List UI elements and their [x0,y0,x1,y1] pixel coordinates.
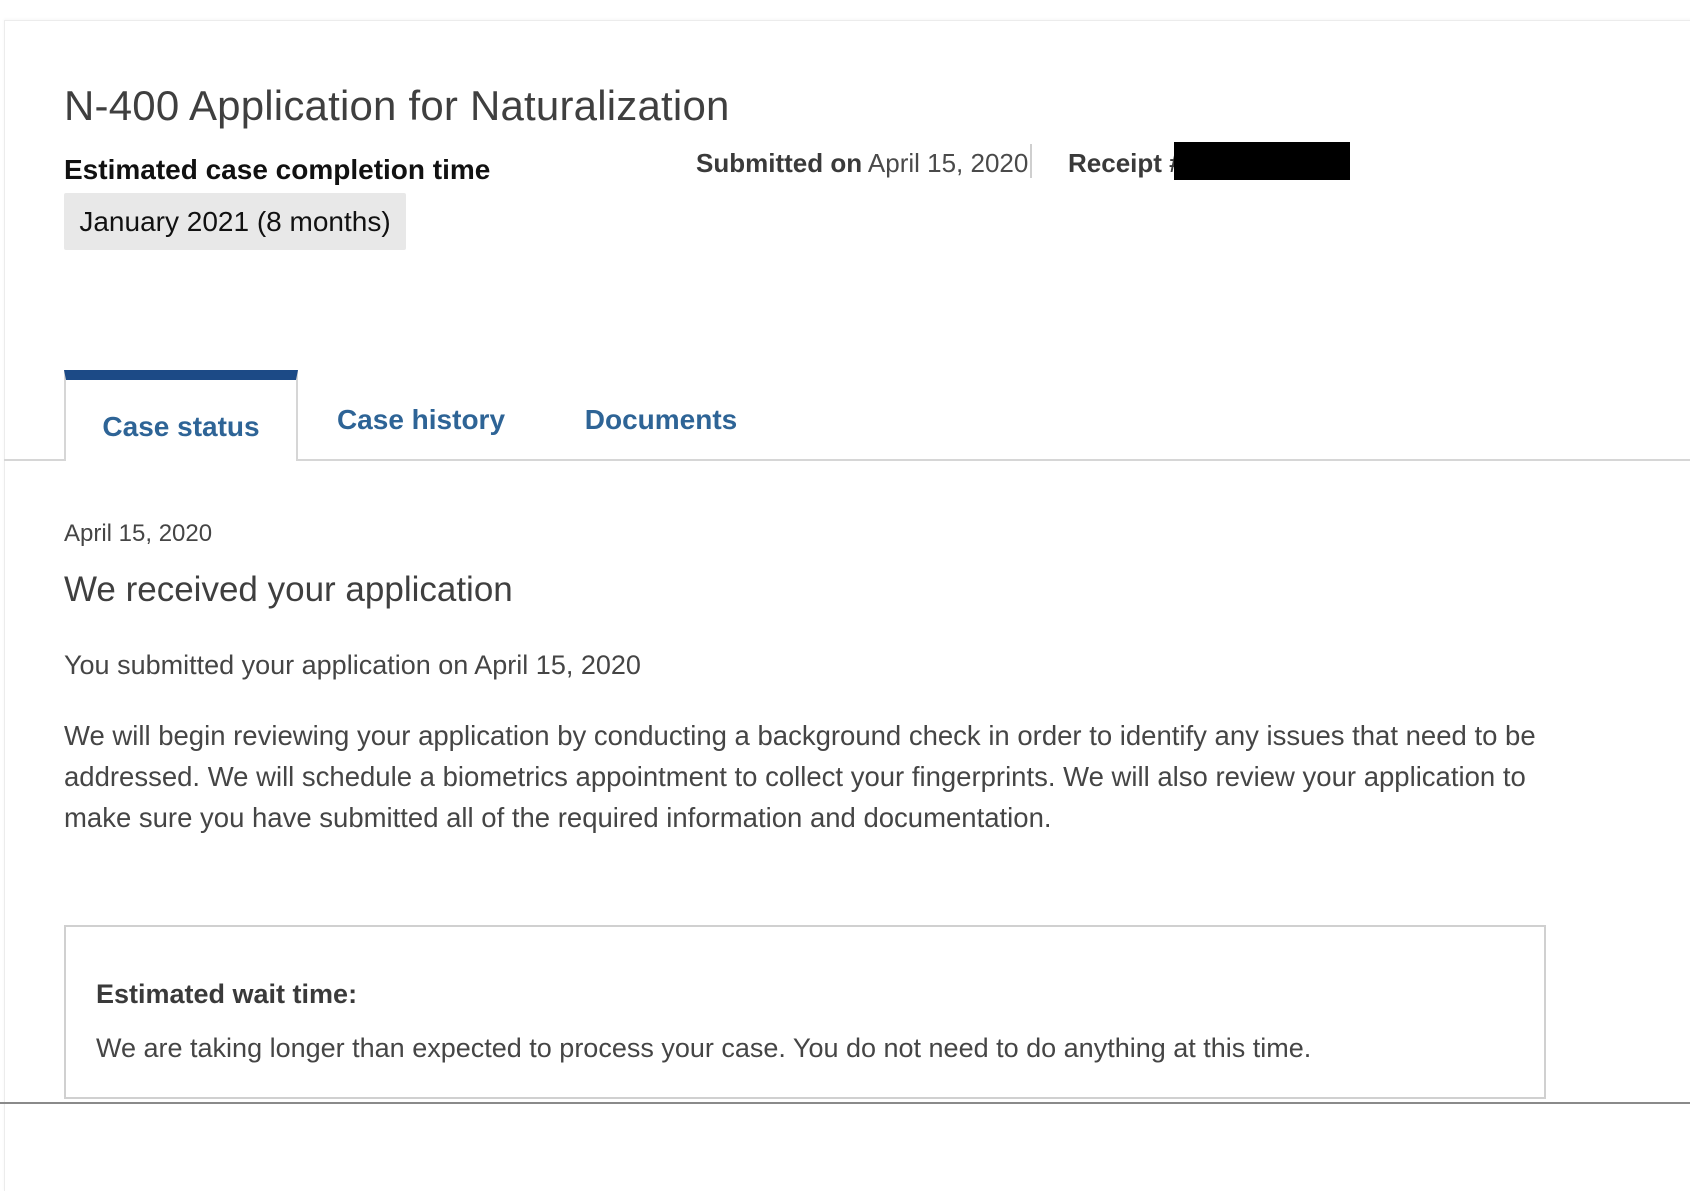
tab-case-history[interactable]: Case history [320,370,522,461]
receipt-label: Receipt # [1068,148,1184,178]
estimated-wait-text: We are taking longer than expected to pr… [96,1033,1312,1063]
tab-case-status[interactable]: Case status [64,370,298,461]
submitted-date: April 15, 2020 [867,148,1029,178]
status-description: We will begin reviewing your application… [64,720,1536,833]
status-date: April 15, 2020 [64,520,213,547]
submitted-info: Submitted on April 15, 2020 [696,148,1028,179]
header-divider [1030,144,1032,178]
screenshot-bottom-edge [0,1102,1690,1104]
status-submitted-line: You submitted your application on April … [64,650,641,680]
status-heading: We received your application [64,570,513,609]
page-title: N-400 Application for Naturalization [64,82,730,129]
receipt-number-redaction [1174,142,1350,180]
estimated-completion-value: January 2021 (8 months) [64,193,406,250]
estimated-wait-box: Estimated wait time: We are taking longe… [64,925,1546,1099]
tab-documents[interactable]: Documents [570,370,752,461]
submitted-label: Submitted on [696,148,863,178]
estimated-completion-label: Estimated case completion time [64,154,491,185]
estimated-wait-label: Estimated wait time: [96,979,358,1009]
